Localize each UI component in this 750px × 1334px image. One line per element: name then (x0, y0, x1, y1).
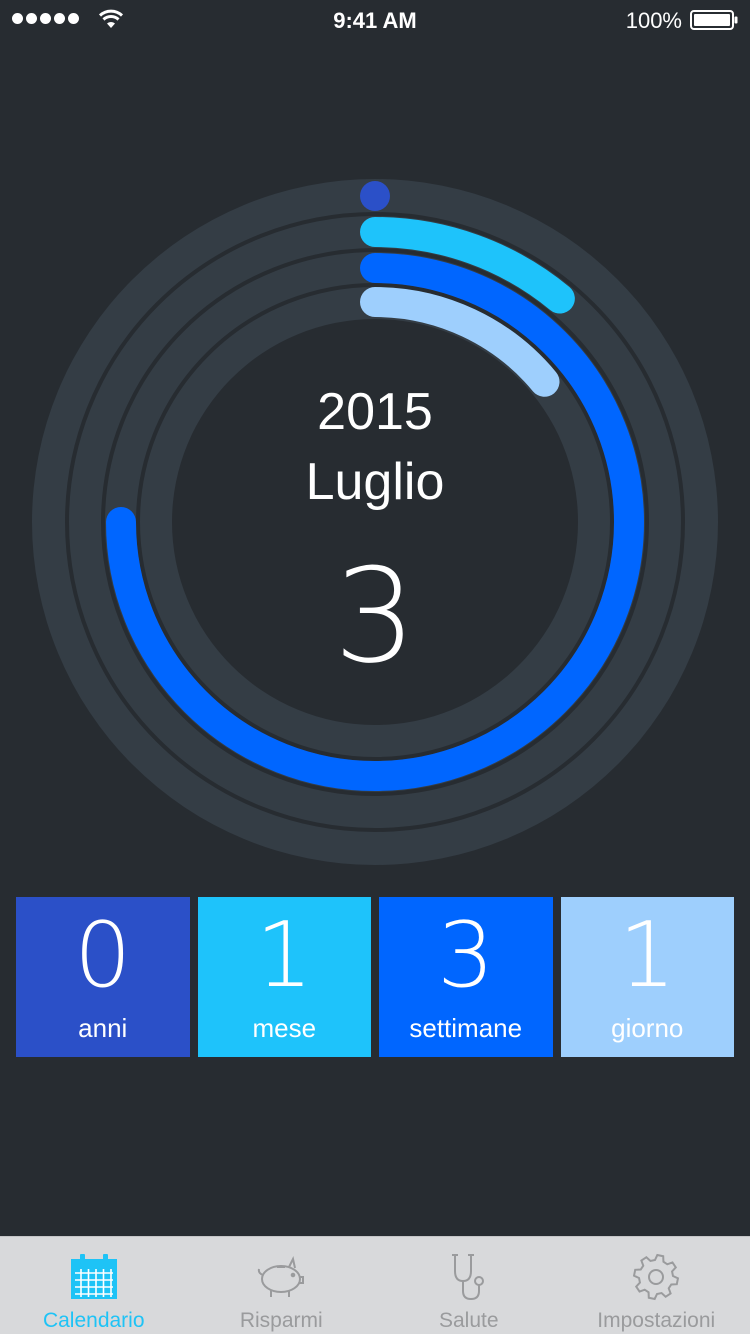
tile-label: mese (252, 1013, 317, 1043)
center-day: 3 (333, 540, 417, 692)
tab-label: Impostazioni (597, 1309, 716, 1332)
tab-salute[interactable]: Salute (375, 1237, 563, 1334)
tab-label: Risparmi (239, 1309, 323, 1332)
tab-calendario[interactable]: Calendario (0, 1237, 188, 1334)
stethoscope-icon (451, 1254, 484, 1301)
tile-settimane: 3 settimane (379, 897, 553, 1057)
center-year: 2015 (317, 383, 433, 441)
tile-value: 1 (618, 903, 676, 1008)
tile-giorno: 1 giorno (560, 897, 734, 1057)
tile-anni: 0 anni (16, 897, 190, 1057)
gear-icon (633, 1253, 680, 1301)
tile-value: 1 (255, 903, 313, 1008)
tab-label: Calendario (42, 1309, 145, 1332)
tile-label: giorno (611, 1013, 684, 1043)
status-bar: 9:41 AM 100% (0, 0, 750, 40)
tile-label: settimane (409, 1013, 523, 1043)
tab-bar: Calendario Risparmi Salute Impostazioni (0, 1236, 750, 1334)
ring-arc-anni (360, 181, 390, 211)
battery-icon (690, 10, 738, 30)
center-month: Luglio (305, 453, 445, 511)
piggy-bank-icon (258, 1256, 305, 1297)
stats-tiles: 0 anni 1 mese 3 settimane 1 giorno (16, 897, 734, 1057)
tile-label: anni (78, 1013, 128, 1043)
tab-risparmi[interactable]: Risparmi (188, 1237, 376, 1334)
calendar-icon (70, 1254, 117, 1299)
tab-impostazioni[interactable]: Impostazioni (563, 1237, 750, 1334)
progress-rings (32, 179, 718, 865)
battery-percentage: 100% (625, 8, 682, 33)
tile-value: 3 (437, 903, 495, 1008)
tile-value: 0 (74, 903, 132, 1008)
tile-mese: 1 mese (197, 897, 371, 1057)
tab-label: Salute (438, 1309, 499, 1332)
